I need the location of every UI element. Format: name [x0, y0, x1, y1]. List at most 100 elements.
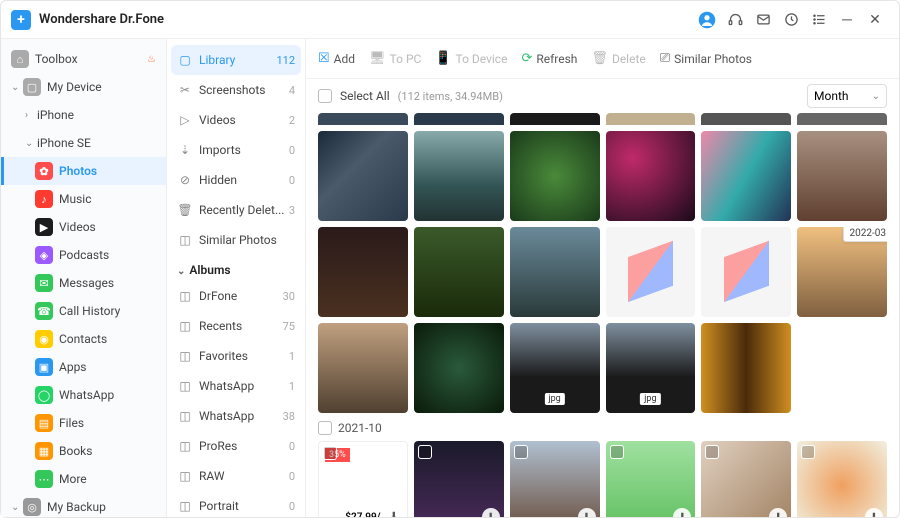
sidebar-item-music[interactable]: ♪Music: [1, 185, 166, 213]
photo-thumb[interactable]: [701, 131, 791, 221]
category-library[interactable]: ▢Library112: [171, 45, 301, 75]
select-all-checkbox[interactable]: [318, 89, 332, 103]
section-checkbox[interactable]: [318, 421, 332, 435]
photo-thumb[interactable]: [318, 227, 408, 317]
photo-thumb[interactable]: ⬇: [701, 441, 791, 517]
sidebar-device-iphone[interactable]: › iPhone: [1, 101, 166, 129]
album-whatsapp[interactable]: ◫WhatsApp1: [167, 371, 305, 401]
trash-icon: 🗑: [591, 51, 608, 66]
category-videos[interactable]: ▷Videos2: [167, 105, 305, 135]
download-icon[interactable]: ⬇: [865, 508, 883, 517]
thumb-checkbox[interactable]: [418, 445, 432, 459]
thumb-checkbox[interactable]: [514, 445, 528, 459]
photo-thumb[interactable]: ⬇: [414, 441, 504, 517]
sidebar-item-contacts[interactable]: ◉Contacts: [1, 325, 166, 353]
category-imports[interactable]: ⇣Imports0: [167, 135, 305, 165]
photo-thumb[interactable]: [701, 227, 791, 317]
photo-thumb[interactable]: [414, 113, 504, 125]
to-pc-button[interactable]: 🖥To PC: [369, 51, 421, 66]
sidebar-my-backup[interactable]: ⌄ ◎ My Backup: [1, 493, 166, 517]
download-icon[interactable]: ⬇: [482, 508, 500, 517]
photo-thumb[interactable]: [606, 113, 696, 125]
group-select[interactable]: Month⌄: [807, 84, 887, 108]
download-icon[interactable]: ⬇: [578, 508, 596, 517]
album-whatsapp[interactable]: ◫WhatsApp38: [167, 401, 305, 431]
photo-thumb[interactable]: 35% $27.99/ ⬇: [318, 441, 408, 517]
sidebar-item-videos[interactable]: ▶Videos: [1, 213, 166, 241]
refresh-button[interactable]: ⟳Refresh: [521, 51, 577, 66]
sidebar-item-messages[interactable]: ✉Messages: [1, 269, 166, 297]
headset-icon[interactable]: [721, 6, 749, 34]
date-section: 2021-10: [318, 421, 887, 435]
download-icon[interactable]: ⬇: [673, 508, 691, 517]
sidebar-item-whatsapp[interactable]: ◯WhatsApp: [1, 381, 166, 409]
chevron-down-icon: ⌄: [25, 138, 35, 149]
sidebar-item-books[interactable]: ▦Books: [1, 437, 166, 465]
to-device-button[interactable]: 📱To Device: [435, 51, 507, 66]
album-portrait[interactable]: ◫Portrait0: [167, 491, 305, 517]
photo-thumb[interactable]: [797, 131, 887, 221]
photo-thumb[interactable]: ⬇: [797, 441, 887, 517]
thumb-checkbox[interactable]: [610, 445, 624, 459]
photo-thumb[interactable]: [606, 227, 696, 317]
photo-thumb[interactable]: [510, 113, 600, 125]
sidebar-item-podcasts[interactable]: ◈Podcasts: [1, 241, 166, 269]
album-favorites[interactable]: ◫Favorites1: [167, 341, 305, 371]
photo-thumb[interactable]: 2022-03: [797, 227, 887, 317]
category-similar-photos[interactable]: ◫Similar Photos: [167, 225, 305, 255]
album-raw[interactable]: ◫RAW0: [167, 461, 305, 491]
album-drfone[interactable]: ◫DrFone30: [167, 281, 305, 311]
account-icon[interactable]: [693, 6, 721, 34]
sidebar-toolbox[interactable]: ⌂ Toolbox ♨: [1, 45, 166, 73]
sidebar-item-files[interactable]: ▤Files: [1, 409, 166, 437]
album-prores[interactable]: ◫ProRes0: [167, 431, 305, 461]
category-icon: ⊘: [177, 173, 193, 187]
add-button[interactable]: ☒Add: [318, 51, 355, 66]
chevron-down-icon: ⌄: [177, 266, 185, 277]
photo-thumb[interactable]: [318, 323, 408, 413]
sidebar-item-apps[interactable]: ▣Apps: [1, 353, 166, 381]
app-icon: ◈: [35, 246, 53, 264]
thumb-checkbox[interactable]: [323, 446, 337, 460]
photo-thumb[interactable]: [510, 227, 600, 317]
photo-thumb[interactable]: [318, 113, 408, 125]
download-icon[interactable]: ⬇: [385, 507, 403, 517]
download-icon[interactable]: ⬇: [769, 508, 787, 517]
sidebar-device-iphone-se[interactable]: ⌄ iPhone SE: [1, 129, 166, 157]
photo-grid[interactable]: 2022-03 jpg jpg 2021-10 35% $27.99/ ⬇: [306, 113, 899, 517]
albums-header[interactable]: ⌄Albums: [167, 255, 305, 281]
sidebar-item-photos[interactable]: ✿Photos: [1, 157, 166, 185]
photo-thumb[interactable]: [414, 323, 504, 413]
photo-thumb[interactable]: jpg: [606, 323, 696, 413]
photo-thumb[interactable]: [797, 113, 887, 125]
delete-button[interactable]: 🗑Delete: [591, 51, 645, 66]
photo-thumb[interactable]: ⬇: [606, 441, 696, 517]
photo-thumb[interactable]: [414, 131, 504, 221]
sidebar-item-call-history[interactable]: ☎Call History: [1, 297, 166, 325]
photo-thumb[interactable]: [318, 131, 408, 221]
cube-icon: [628, 249, 673, 294]
filter-icon: ⎚: [660, 51, 670, 66]
album-recents[interactable]: ◫Recents75: [167, 311, 305, 341]
photo-thumb[interactable]: [701, 323, 791, 413]
thumb-checkbox[interactable]: [705, 445, 719, 459]
sidebar-item-more[interactable]: ⋯More: [1, 465, 166, 493]
photo-thumb[interactable]: jpg: [510, 323, 600, 413]
minimize-button[interactable]: ─: [833, 6, 861, 34]
photo-thumb[interactable]: ⬇: [510, 441, 600, 517]
sidebar-my-device[interactable]: ⌄ ▢ My Device: [1, 73, 166, 101]
list-icon[interactable]: [805, 6, 833, 34]
category-recently-delet-[interactable]: 🗑Recently Delet...3: [167, 195, 305, 225]
close-button[interactable]: ✕: [861, 6, 889, 34]
category-icon: ▷: [177, 113, 193, 127]
category-hidden[interactable]: ⊘Hidden0: [167, 165, 305, 195]
photo-thumb[interactable]: [414, 227, 504, 317]
photo-thumb[interactable]: [510, 131, 600, 221]
mail-icon[interactable]: [749, 6, 777, 34]
photo-thumb[interactable]: [606, 131, 696, 221]
category-screenshots[interactable]: ✂Screenshots4: [167, 75, 305, 105]
similar-photos-button[interactable]: ⎚Similar Photos: [660, 51, 752, 66]
photo-thumb[interactable]: [701, 113, 791, 125]
history-icon[interactable]: [777, 6, 805, 34]
thumb-checkbox[interactable]: [801, 445, 815, 459]
